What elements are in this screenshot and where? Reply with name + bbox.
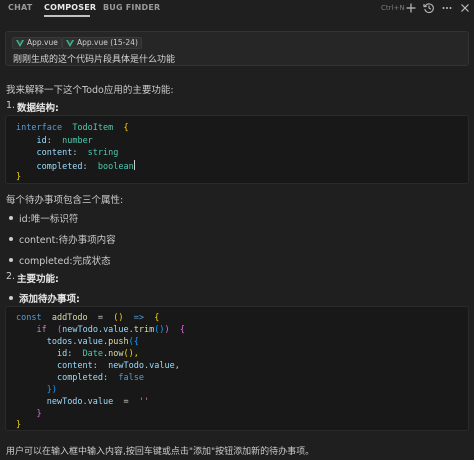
context-chip-label: App.vue (27, 38, 58, 47)
bullet (9, 237, 13, 241)
code-line: id: Date.now(), (56, 349, 139, 359)
props-intro: 每个待办事项包含三个属性: (6, 195, 124, 206)
user-message-box[interactable]: App.vue App.vue (15-24) 刚刚生成的这个代码片段具体是什么… (5, 31, 469, 66)
code-line: interface TodoItem { (16, 123, 129, 133)
text-cursor (133, 160, 135, 170)
more-icon[interactable] (441, 2, 453, 14)
plus-icon[interactable] (405, 2, 417, 14)
code-line: const addTodo = () => { (16, 313, 160, 323)
tab-chat[interactable]: CHAT (8, 3, 32, 12)
tab-composer[interactable]: COMPOSER (44, 3, 96, 12)
code-line: } (16, 172, 22, 182)
prop-item-id: id:唯一标识符 (19, 214, 79, 225)
section-1-title: 数据结构: (17, 103, 59, 114)
vue-file-icon (16, 40, 24, 47)
bullet (9, 258, 13, 262)
bullet (9, 296, 13, 300)
code-line: todos.value.push({ (46, 337, 139, 347)
new-shortcut-hint: Ctrl+N (381, 4, 405, 12)
close-icon[interactable] (459, 2, 471, 14)
prop-item-completed: completed:完成状态 (19, 256, 111, 267)
code-line: } (16, 420, 22, 430)
code-line: if (newTodo.value.trim()) { (36, 325, 186, 335)
code-line: content: string (36, 148, 119, 158)
user-question: 刚刚生成的这个代码片段具体是什么功能 (13, 55, 176, 65)
code-line: }) (46, 385, 57, 395)
code-block-add-todo[interactable]: const addTodo = () => { if (newTodo.valu… (5, 306, 469, 431)
code-block-interface[interactable]: interface TodoItem { id: number content:… (5, 115, 469, 184)
answer-footer: 用户可以在输入框中输入内容,按回车键或点击"添加"按钮添加新的待办事项。 (6, 447, 315, 457)
code-line: completed: false (56, 373, 144, 383)
section-2-number: 2. (6, 271, 16, 282)
tab-bug-finder[interactable]: BUG FINDER (103, 3, 160, 12)
vue-file-icon (66, 40, 74, 47)
code-line: } (36, 409, 42, 419)
context-chip-label: App.vue (15-24) (77, 38, 138, 47)
code-line: id: number (36, 136, 93, 146)
code-line: completed: boolean (36, 160, 135, 172)
section-2-title: 主要功能: (17, 274, 59, 285)
active-tab-indicator (44, 15, 90, 17)
context-chip-app-vue[interactable]: App.vue (12, 37, 62, 49)
tab-bar: CHAT COMPOSER BUG FINDER Ctrl+N (0, 0, 474, 18)
bullet (9, 216, 13, 220)
code-line: newTodo.value = '' (46, 397, 150, 407)
bullet-add-todo-title: 添加待办事项: (19, 294, 80, 305)
section-1-number: 1. (6, 100, 16, 111)
answer-intro: 我来解释一下这个Todo应用的主要功能: (6, 85, 174, 96)
history-icon[interactable] (423, 2, 435, 14)
context-chip-app-vue-range[interactable]: App.vue (15-24) (62, 37, 142, 49)
prop-item-content: content:待办事项内容 (19, 235, 116, 246)
code-line: content: newTodo.value, (56, 361, 180, 371)
